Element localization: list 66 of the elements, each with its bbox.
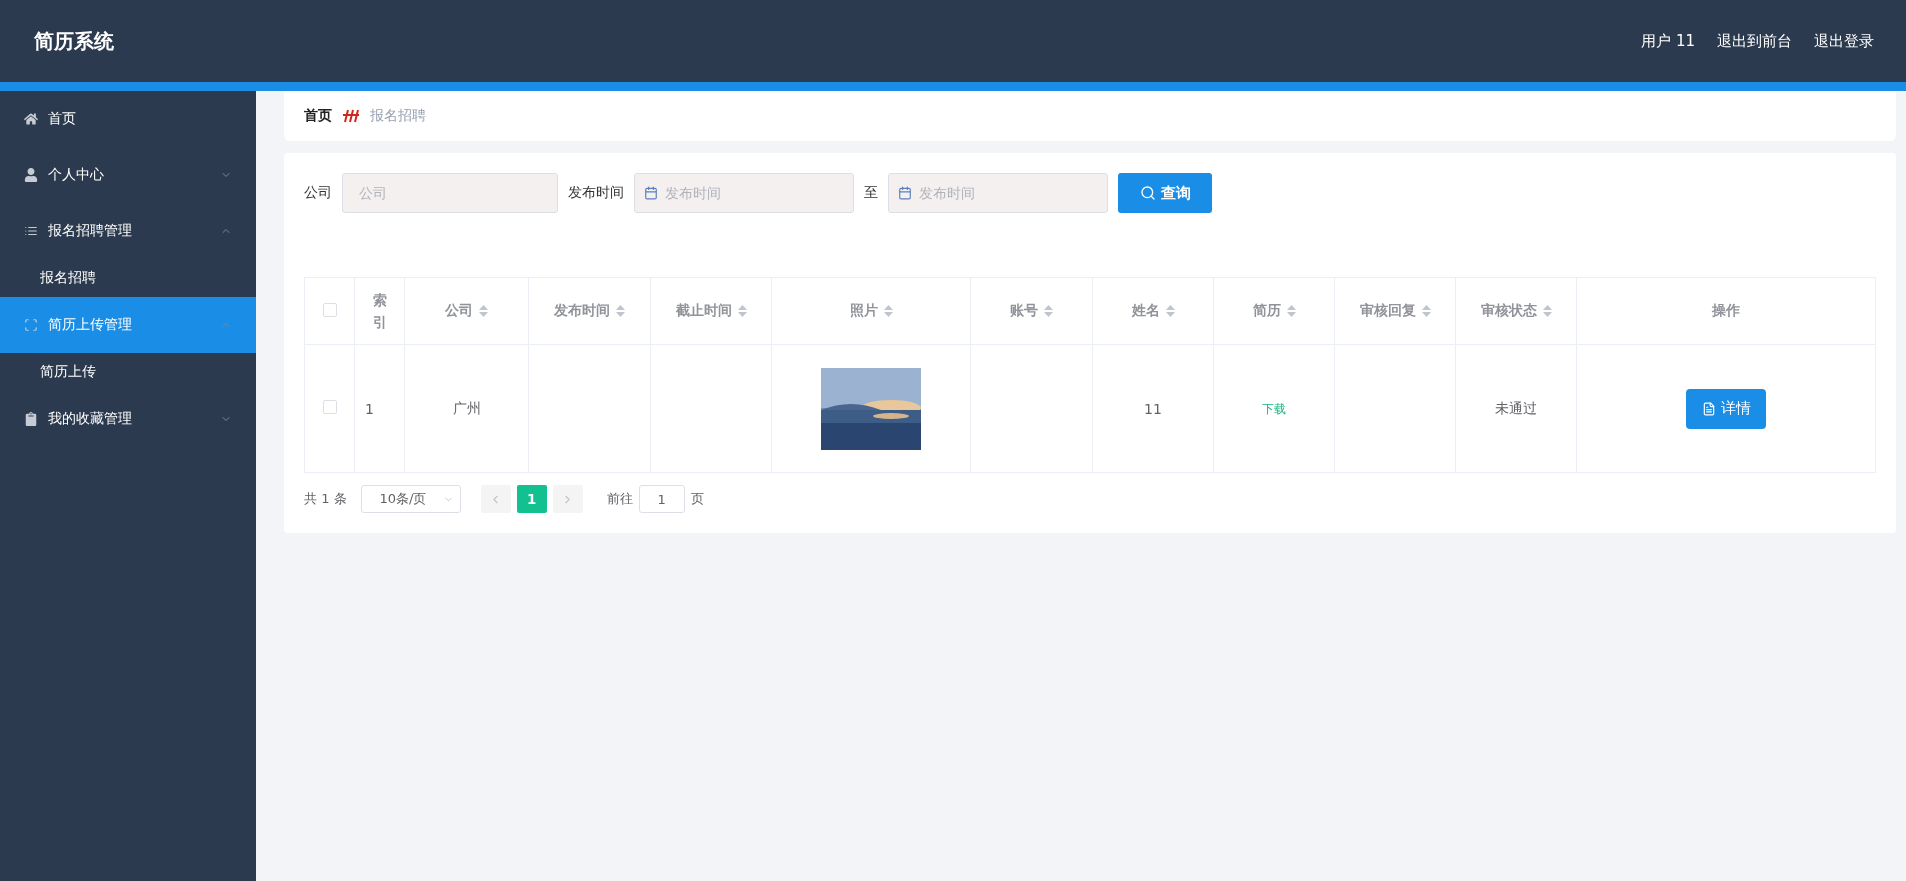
search-icon [1139,185,1156,201]
download-link[interactable]: 下载 [1262,401,1286,416]
sidebar-item[interactable]: 报名招聘管理 [0,203,256,259]
company-label: 公司 [304,184,332,202]
calendar-icon [898,186,912,200]
column-header[interactable]: 截止时间 [650,277,772,345]
goto-page-field[interactable]: 1 [638,485,685,513]
sort-icon[interactable] [1044,305,1053,317]
sort-icon[interactable] [1286,305,1296,317]
header-link[interactable]: 退出登录 [1814,31,1874,51]
calendar-icon [644,186,658,200]
column-header: 索引 [354,277,405,345]
document-icon [1701,401,1716,416]
column-header[interactable]: 姓名 [1092,277,1214,345]
sort-icon[interactable] [883,305,893,317]
separator-icon [342,109,360,123]
user-icon [24,168,38,182]
column-header[interactable]: 发布时间 [528,277,651,345]
company-field[interactable]: 公司 [342,173,558,213]
sidebar-subitem[interactable]: 报名招聘 [0,259,256,297]
sidebar-item[interactable]: 我的收藏管理 [0,391,256,447]
total-count: 共 1 条 [304,490,347,508]
list-icon [24,224,38,238]
column-header[interactable]: 账号 [970,277,1093,345]
column-header[interactable]: 简历 [1213,277,1335,345]
date-to-field[interactable]: 发布时间 [888,173,1108,213]
search-button[interactable]: 查询 [1118,173,1212,213]
table-cell: 未通过 [1455,344,1577,473]
header-link[interactable]: 用户 11 [1641,31,1695,51]
page-suffix: 页 [690,490,704,508]
table-cell: 1 [354,344,405,473]
home-icon [24,112,38,126]
page-button[interactable]: 1 [516,485,547,513]
select-all-checkbox[interactable] [322,302,337,317]
column-header[interactable]: 公司 [404,277,529,345]
column-header[interactable]: 照片 [771,277,971,345]
column-header: 操作 [1576,277,1876,345]
date-from-field[interactable]: 发布时间 [634,173,854,213]
sort-icon[interactable] [1165,305,1175,317]
header-link[interactable]: 退出到前台 [1717,31,1792,51]
page-size-select[interactable]: 10条/页 [360,485,461,513]
sidebar-item[interactable]: 简历上传管理 [0,297,256,353]
sidebar-item[interactable]: 个人中心 [0,147,256,203]
detail-button[interactable]: 详情 [1686,388,1766,429]
sort-icon[interactable] [1421,305,1431,317]
app-title: 简历系统 [34,27,114,55]
column-header[interactable]: 审核状态 [1455,277,1577,345]
sidebar-item[interactable]: 首页 [0,91,256,147]
sort-icon[interactable] [1542,305,1552,317]
frame-icon [24,318,38,332]
next-page-button[interactable] [552,485,583,513]
breadcrumb-current: 报名招聘 [370,107,426,125]
table-cell: 11 [1092,344,1214,473]
clipboard-icon [24,412,38,426]
row-checkbox[interactable] [322,400,337,414]
table-cell: 广州 [404,344,529,473]
goto-label: 前往 [606,490,633,508]
range-separator: 至 [864,184,878,202]
sidebar-subitem[interactable]: 简历上传 [0,353,256,391]
sort-icon[interactable] [479,305,488,317]
date-label: 发布时间 [568,184,624,202]
breadcrumb-home[interactable]: 首页 [304,107,332,125]
sort-icon[interactable] [737,305,747,317]
sort-icon[interactable] [616,305,625,317]
previous-page-button[interactable] [480,485,511,513]
column-header[interactable]: 审核回复 [1334,277,1456,345]
